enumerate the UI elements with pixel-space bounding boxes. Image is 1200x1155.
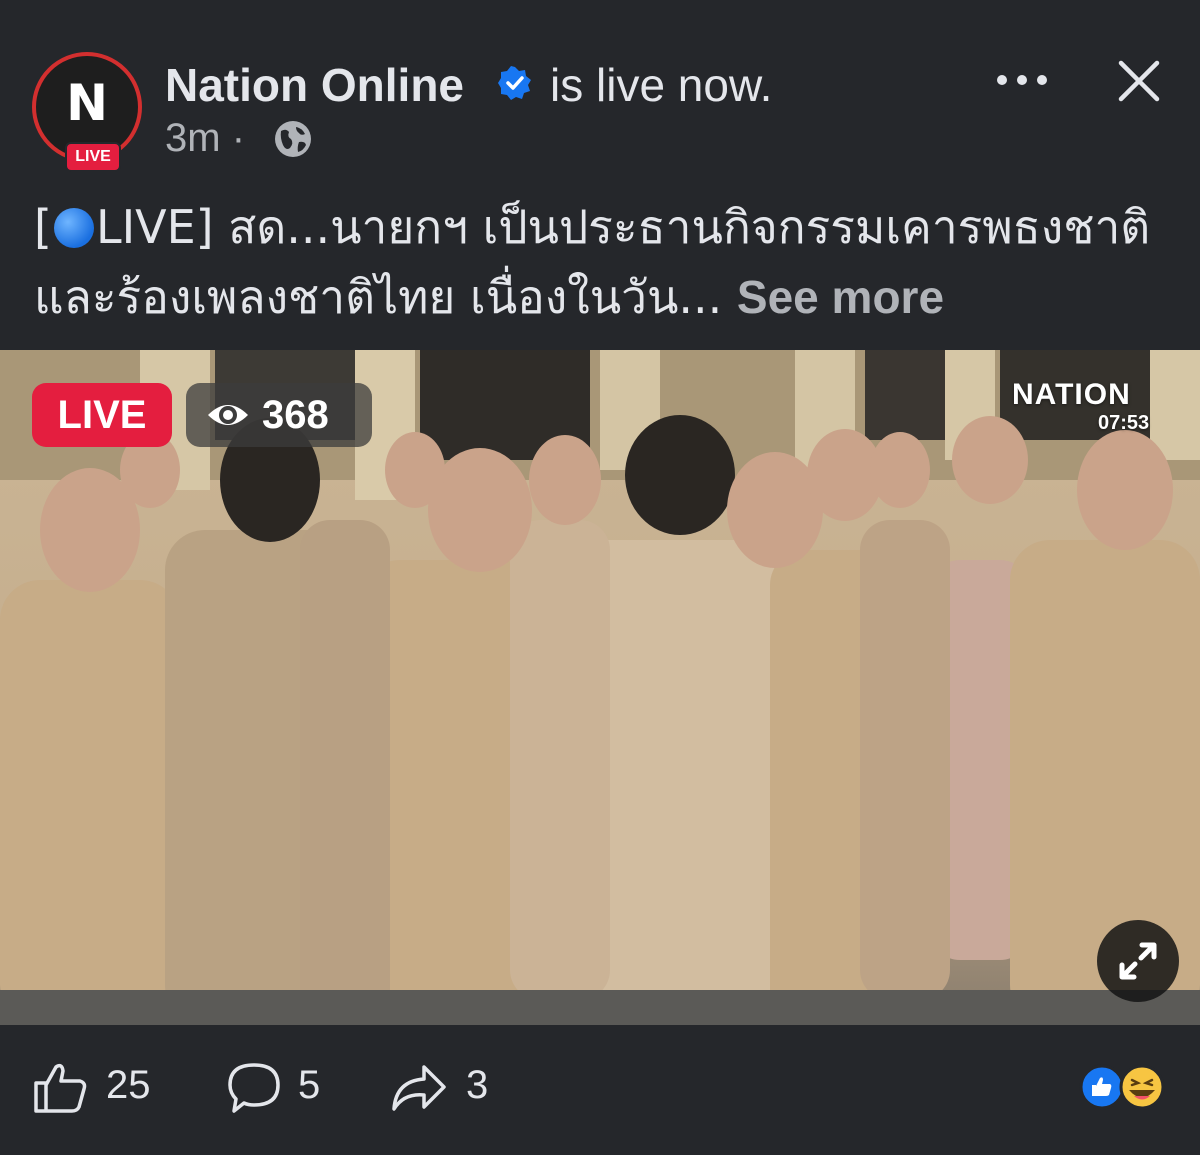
avatar-live-badge: LIVE: [65, 142, 121, 172]
more-horizontal-icon[interactable]: [990, 62, 1054, 98]
post-actions-bar: 25 5 3: [0, 1025, 1200, 1155]
post-time[interactable]: 3m: [165, 116, 221, 160]
page-name-link[interactable]: Nation Online: [165, 58, 464, 112]
verified-badge-icon: [498, 66, 531, 100]
like-thumb-icon[interactable]: [32, 1059, 88, 1115]
channel-time: 07:53: [1098, 412, 1150, 434]
live-badge: LIVE: [32, 383, 172, 447]
channel-logo: NATION: [1012, 378, 1131, 411]
caption-bracket: [: [34, 200, 52, 254]
share-icon[interactable]: [390, 1061, 448, 1115]
blue-circle-emoji: [53, 208, 94, 248]
see-more-link[interactable]: See more: [737, 271, 944, 323]
expand-button[interactable]: [1097, 920, 1179, 1002]
globe-icon: [275, 121, 311, 157]
comment-icon[interactable]: [226, 1061, 282, 1115]
page-avatar[interactable]: N LIVE: [32, 52, 142, 172]
video-frame-image: [0, 350, 1200, 1025]
close-icon[interactable]: [1116, 58, 1162, 104]
post-header: N LIVE Nation Online is live now. 3m ·: [0, 0, 1200, 180]
like-count[interactable]: 25: [106, 1063, 151, 1108]
caption-live-tag: LIVE]: [95, 200, 214, 254]
viewer-count-badge: 368: [186, 383, 372, 447]
comment-count[interactable]: 5: [298, 1063, 320, 1108]
live-status-text: is live now.: [550, 59, 773, 111]
reactions-summary[interactable]: [1078, 1063, 1170, 1111]
avatar-logo-letter: N: [66, 74, 108, 132]
like-reaction-icon: [1079, 1064, 1125, 1110]
eye-icon: [208, 405, 248, 425]
viewer-count: 368: [262, 393, 329, 437]
live-video-player[interactable]: [0, 350, 1200, 1025]
meta-separator: ·: [231, 116, 246, 160]
expand-icon: [1119, 942, 1157, 980]
post-caption: [LIVE] สด...นายกฯ เป็นประธานกิจกรรมเคารพ…: [34, 192, 1174, 332]
share-count[interactable]: 3: [466, 1063, 488, 1108]
haha-reaction-icon: [1119, 1064, 1165, 1110]
post-meta: 3m ·: [165, 116, 245, 161]
